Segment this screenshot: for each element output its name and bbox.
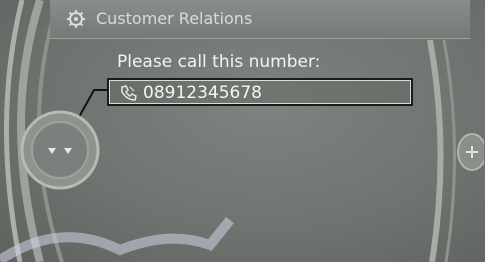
phone-number: 08912345678 [143,83,262,103]
phone-number-item[interactable]: 08912345678 [107,78,413,106]
phone-icon [121,85,137,101]
controller-knob[interactable] [18,108,102,192]
idrive-screen: Customer Relations Please call this numb… [0,0,485,262]
watermark-graphic [0,216,234,262]
scroll-plus-icon[interactable] [450,132,484,172]
